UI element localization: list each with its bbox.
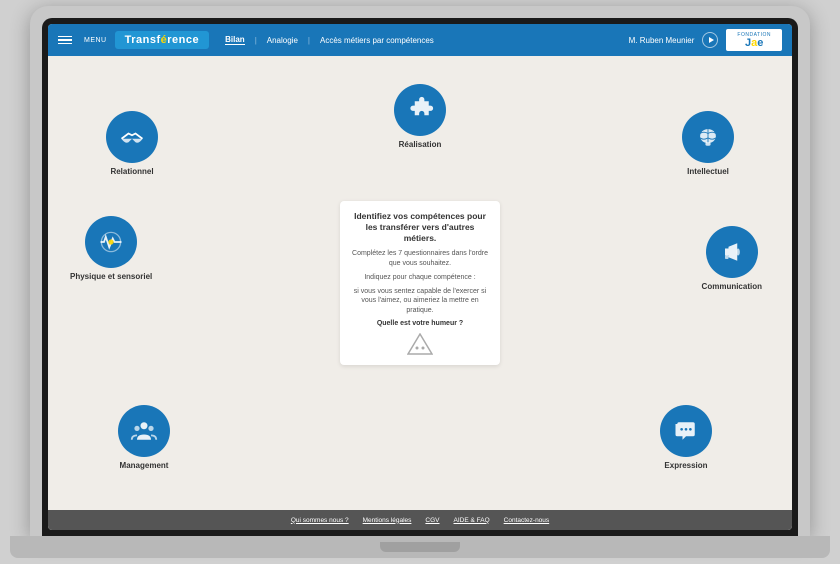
expression-circle [660,405,712,457]
communication-circle [706,226,758,278]
competence-communication[interactable]: Communication [702,226,762,291]
center-card-bold: Quelle est votre humeur ? [352,320,488,327]
brand-box: Transférence [115,31,210,49]
relationnel-label: Relationnel [110,167,153,176]
center-card-title: Identifiez vos compétences pour les tran… [352,211,488,244]
menu-button[interactable] [58,36,72,45]
relationnel-circle [106,111,158,163]
management-label: Management [120,461,169,470]
laptop-shell: MENU Transférence Bilan | Analogie | Acc… [10,6,830,558]
intellectuel-label: Intellectuel [687,167,729,176]
footer: Qui sommes nous ? Mentions légales CGV A… [48,510,792,530]
competence-management[interactable]: Management [118,405,170,470]
laptop-chin [10,536,830,558]
main-content: Identifiez vos compétences pour les tran… [48,56,792,530]
competence-area: Identifiez vos compétences pour les tran… [48,56,792,510]
center-card-text2: Indiquez pour chaque compétence : [352,273,488,283]
menu-label: MENU [84,37,107,44]
laptop-notch [380,542,460,552]
nav-analogie[interactable]: Analogie [267,36,298,45]
play-button[interactable] [702,32,718,48]
management-circle [118,405,170,457]
physique-label: Physique et sensoriel [70,272,152,281]
jae-logo: fondation Jae [726,29,782,51]
nav-links: Bilan | Analogie | Accès métiers par com… [225,35,620,45]
center-card-text3: si vous vous sentez capable de l'exercer… [352,287,488,316]
browser-window: MENU Transférence Bilan | Analogie | Acc… [48,24,792,530]
nav-acces-metiers[interactable]: Accès métiers par compétences [320,36,434,45]
footer-cgv[interactable]: CGV [425,517,439,524]
competence-realisation[interactable]: Réalisation [394,84,446,149]
user-name: M. Ruben Meunier [629,36,695,45]
realisation-circle [394,84,446,136]
navbar: MENU Transférence Bilan | Analogie | Acc… [48,24,792,56]
physique-circle [85,216,137,268]
expression-label: Expression [664,461,707,470]
center-card-text1: Complétez les 7 questionnaires dans l'or… [352,249,488,269]
footer-qui[interactable]: Qui sommes nous ? [291,517,349,524]
intellectuel-circle [682,111,734,163]
screen-outer: MENU Transférence Bilan | Analogie | Acc… [30,6,810,536]
competence-physique[interactable]: Physique et sensoriel [70,216,152,281]
communication-label: Communication [702,282,762,291]
screen-bezel: MENU Transférence Bilan | Analogie | Acc… [42,18,798,536]
mood-icon [352,333,488,355]
competence-intellectuel[interactable]: Intellectuel [682,111,734,176]
brand-name: Transférence [125,34,200,46]
competence-expression[interactable]: Expression [660,405,712,470]
competence-relationnel[interactable]: Relationnel [106,111,158,176]
footer-mentions[interactable]: Mentions légales [363,517,412,524]
footer-contact[interactable]: Contactez-nous [504,517,550,524]
realisation-label: Réalisation [399,140,442,149]
footer-aide[interactable]: AIDE & FAQ [454,517,490,524]
nav-bilan[interactable]: Bilan [225,35,245,45]
center-card: Identifiez vos compétences pour les tran… [340,201,500,365]
